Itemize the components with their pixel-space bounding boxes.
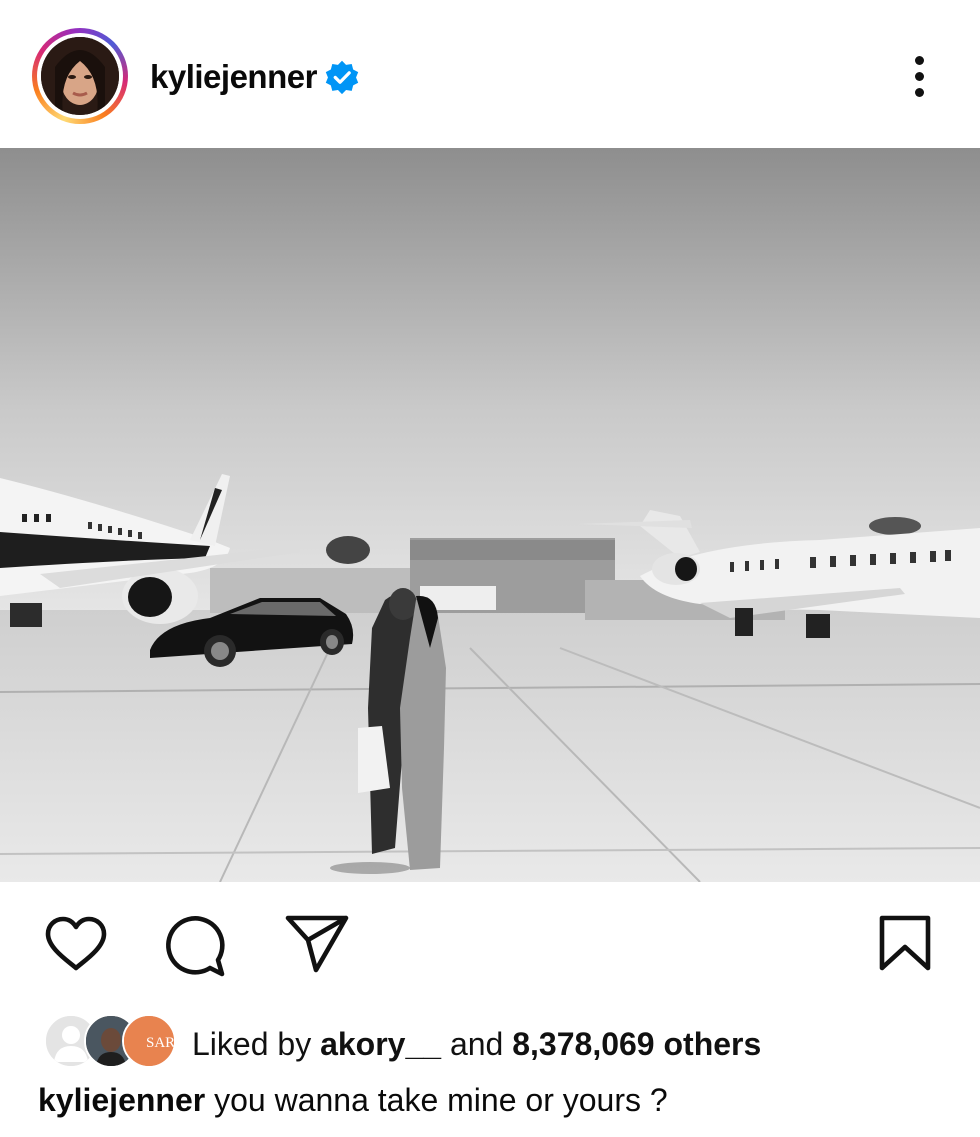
caption-username[interactable]: kyliejenner xyxy=(38,1082,205,1118)
verified-badge-icon xyxy=(325,60,359,95)
post-caption: kyliejenner you wanna take mine or yours… xyxy=(38,1082,668,1119)
caption-text: you wanna take mine or yours ? xyxy=(214,1082,668,1118)
liker-logo-text: SAR xyxy=(146,1035,174,1051)
heart-icon[interactable] xyxy=(44,916,108,974)
post-photo[interactable] xyxy=(0,148,980,883)
send-icon[interactable] xyxy=(284,914,350,974)
story-ring-avatar[interactable] xyxy=(32,28,128,124)
more-options-button[interactable] xyxy=(904,54,936,100)
profile-avatar xyxy=(41,37,119,115)
likes-row[interactable]: SAR Liked by akory__ and 8,378,069 other… xyxy=(0,1008,980,1070)
post-action-bar xyxy=(0,900,980,990)
liker-logo: SAR xyxy=(124,1016,174,1066)
liker-username[interactable]: akory__ xyxy=(320,1026,441,1062)
post-username[interactable]: kyliejenner xyxy=(150,58,317,96)
post-header: kyliejenner xyxy=(0,0,980,148)
likes-text[interactable]: Liked by akory__ and 8,378,069 others xyxy=(192,1026,761,1063)
avatar-border xyxy=(37,33,123,119)
likes-count[interactable]: 8,378,069 others xyxy=(512,1026,761,1062)
bookmark-icon[interactable] xyxy=(878,914,932,972)
liked-by-label: Liked by xyxy=(192,1026,312,1062)
more-dot xyxy=(915,88,924,97)
avatar-portrait xyxy=(41,37,119,115)
likes-conjunction: and xyxy=(449,1026,504,1062)
more-dot xyxy=(915,56,924,65)
airport-tarmac-illustration xyxy=(0,148,980,883)
more-dot xyxy=(915,72,924,81)
comment-icon[interactable] xyxy=(164,914,228,978)
liker-avatar: SAR xyxy=(122,1014,176,1068)
